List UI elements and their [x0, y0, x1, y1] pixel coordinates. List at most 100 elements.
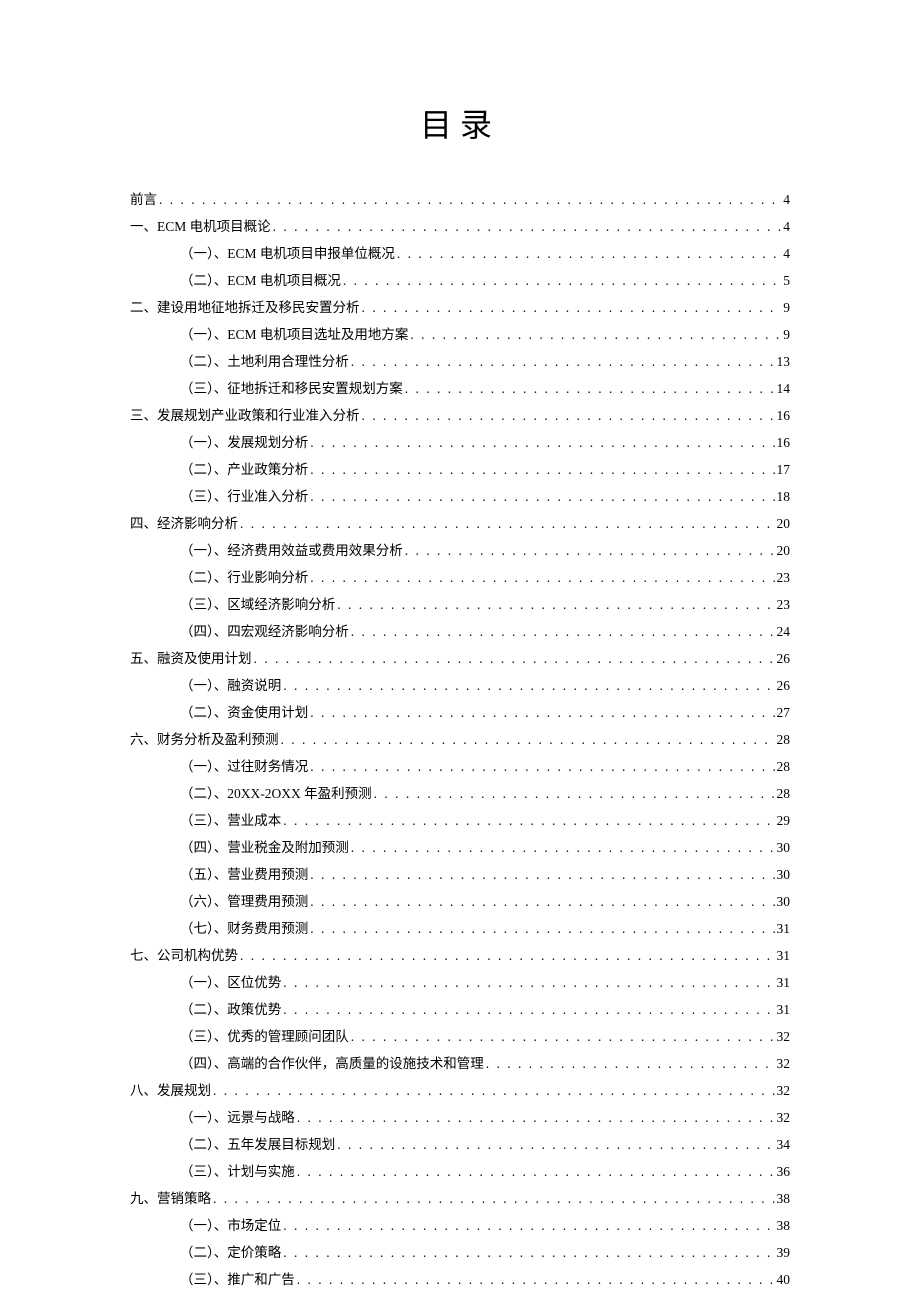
toc-entry: 三、发展规划产业政策和行业准入分析16 [130, 402, 790, 429]
toc-entry-page: 26 [777, 645, 791, 672]
toc-entry-label: （三）、行业准入分析 [180, 483, 308, 510]
toc-entry-label: 前言 [130, 186, 157, 213]
toc-entry-page: 9 [783, 321, 790, 348]
toc-entry-page: 40 [777, 1266, 791, 1293]
toc-entry-label: （一）、区位优势 [180, 969, 281, 996]
toc-entry-label: 一、ECM 电机项目概论 [130, 213, 271, 240]
toc-entry: （二）、五年发展目标规划34 [130, 1131, 790, 1158]
toc-entry-label: （二）、行业影响分析 [180, 564, 308, 591]
toc-entry-page: 13 [777, 348, 791, 375]
toc-entry-label: （一）、远景与战略 [180, 1104, 295, 1131]
toc-entry-page: 31 [777, 915, 791, 942]
toc-entry-label: 二、建设用地征地拆迁及移民安置分析 [130, 294, 360, 321]
toc-entry-label: （一）、过往财务情况 [180, 753, 308, 780]
toc-leader-dots [337, 1131, 774, 1158]
toc-entry-label: （三）、优秀的管理顾问团队 [180, 1023, 349, 1050]
toc-entry-label: （四）、高端的合作伙伴，高质量的设施技术和管理 [180, 1050, 484, 1077]
toc-leader-dots [297, 1158, 775, 1185]
toc-entry: （二）、行业影响分析 23 [130, 564, 790, 591]
toc-entry: （一）、发展规划分析16 [130, 429, 790, 456]
toc-entry-page: 23 [777, 564, 791, 591]
toc-entry-label: 六、财务分析及盈利预测 [130, 726, 279, 753]
toc-entry-page: 17 [777, 456, 791, 483]
toc-entry-page: 28 [777, 780, 791, 807]
toc-leader-dots [405, 375, 775, 402]
toc-entry-page: 38 [777, 1212, 791, 1239]
toc-entry-page: 30 [777, 861, 791, 888]
toc-entry-label: （一）、ECM 电机项目申报单位概况 [180, 240, 395, 267]
toc-entry-page: 34 [777, 1131, 791, 1158]
toc-entry: （一）、远景与战略32 [130, 1104, 790, 1131]
toc-entry: （三）、优秀的管理顾问团队 32 [130, 1023, 790, 1050]
toc-leader-dots [297, 1104, 775, 1131]
toc-entry: 六、财务分析及盈利预测28 [130, 726, 790, 753]
toc-entry: （二）、产业政策分析17 [130, 456, 790, 483]
toc-leader-dots [283, 996, 774, 1023]
toc-entry: （一）、ECM 电机项目申报单位概况4 [130, 240, 790, 267]
toc-entry: （二）、ECM 电机项目概况5 [130, 267, 790, 294]
toc-leader-dots [213, 1077, 775, 1104]
toc-leader-dots [283, 1212, 774, 1239]
toc-entry-label: （四）、营业税金及附加预测 [180, 834, 349, 861]
toc-leader-dots [240, 942, 775, 969]
toc-entry-label: （二）、资金使用计划 [180, 699, 308, 726]
toc-leader-dots [486, 1050, 775, 1077]
toc-leader-dots [310, 456, 774, 483]
toc-entry-label: （二）、土地利用合理性分析 [180, 348, 349, 375]
toc-entry-page: 20 [777, 537, 791, 564]
toc-entry-label: （一）、经济费用效益或费用效果分析 [180, 537, 403, 564]
toc-entry: （一）、融资说明26 [130, 672, 790, 699]
toc-entry: 八、发展规划32 [130, 1077, 790, 1104]
toc-entry: （四）、高端的合作伙伴，高质量的设施技术和管理 32 [130, 1050, 790, 1077]
toc-entry: （六）、管理费用预测30 [130, 888, 790, 915]
toc-entry-label: （二）、20XX-2OXX 年盈利预测 [180, 780, 372, 807]
toc-entry-page: 28 [777, 753, 791, 780]
toc-entry-label: （一）、市场定位 [180, 1212, 281, 1239]
toc-leader-dots [351, 348, 775, 375]
toc-entry: （一）、经济费用效益或费用效果分析 20 [130, 537, 790, 564]
toc-entry-page: 9 [783, 294, 790, 321]
toc-entry-label: （一）、发展规划分析 [180, 429, 308, 456]
toc-entry-label: （二）、定价策略 [180, 1239, 281, 1266]
toc-entry: （五）、营业费用预测30 [130, 861, 790, 888]
toc-entry: （一）、ECM 电机项目选址及用地方案9 [130, 321, 790, 348]
toc-entry-label: 五、融资及使用计划 [130, 645, 252, 672]
toc-entry-page: 16 [777, 402, 791, 429]
toc-leader-dots [343, 267, 781, 294]
toc-entry-label: 九、营销策略 [130, 1185, 211, 1212]
toc-entry: 二、建设用地征地拆迁及移民安置分析 9 [130, 294, 790, 321]
toc-entry: （三）、区域经济影响分析23 [130, 591, 790, 618]
toc-entry-page: 32 [777, 1023, 791, 1050]
toc-leader-dots [283, 807, 774, 834]
toc-leader-dots [254, 645, 775, 672]
toc-leader-dots [240, 510, 775, 537]
toc-leader-dots [310, 888, 774, 915]
toc-leader-dots [362, 294, 782, 321]
toc-entry-label: （二）、政策优势 [180, 996, 281, 1023]
toc-entry: （一）、市场定位 38 [130, 1212, 790, 1239]
toc-leader-dots [310, 564, 774, 591]
toc-leader-dots [374, 780, 775, 807]
toc-entry: （三）、计划与实施36 [130, 1158, 790, 1185]
toc-leader-dots [410, 321, 781, 348]
toc-entry-page: 31 [777, 996, 791, 1023]
toc-entry: （二）、政策优势 31 [130, 996, 790, 1023]
toc-leader-dots [397, 240, 781, 267]
toc-leader-dots [337, 591, 774, 618]
toc-entry-page: 27 [777, 699, 791, 726]
toc-leader-dots [283, 1239, 774, 1266]
toc-entry-page: 24 [777, 618, 791, 645]
toc-title: 目录 [130, 100, 790, 146]
toc-leader-dots [310, 483, 774, 510]
toc-entry-label: （三）、推广和广告 [180, 1266, 295, 1293]
toc-entry: 一、ECM 电机项目概论 4 [130, 213, 790, 240]
toc-entry-label: （三）、区域经济影响分析 [180, 591, 335, 618]
toc-leader-dots [297, 1266, 775, 1293]
toc-entry-label: （六）、管理费用预测 [180, 888, 308, 915]
toc-entry-page: 4 [783, 213, 790, 240]
toc-leader-dots [310, 429, 774, 456]
toc-entry-page: 32 [777, 1050, 791, 1077]
toc-entry-page: 31 [777, 942, 791, 969]
toc-entry-page: 26 [777, 672, 791, 699]
toc-leader-dots [281, 726, 775, 753]
